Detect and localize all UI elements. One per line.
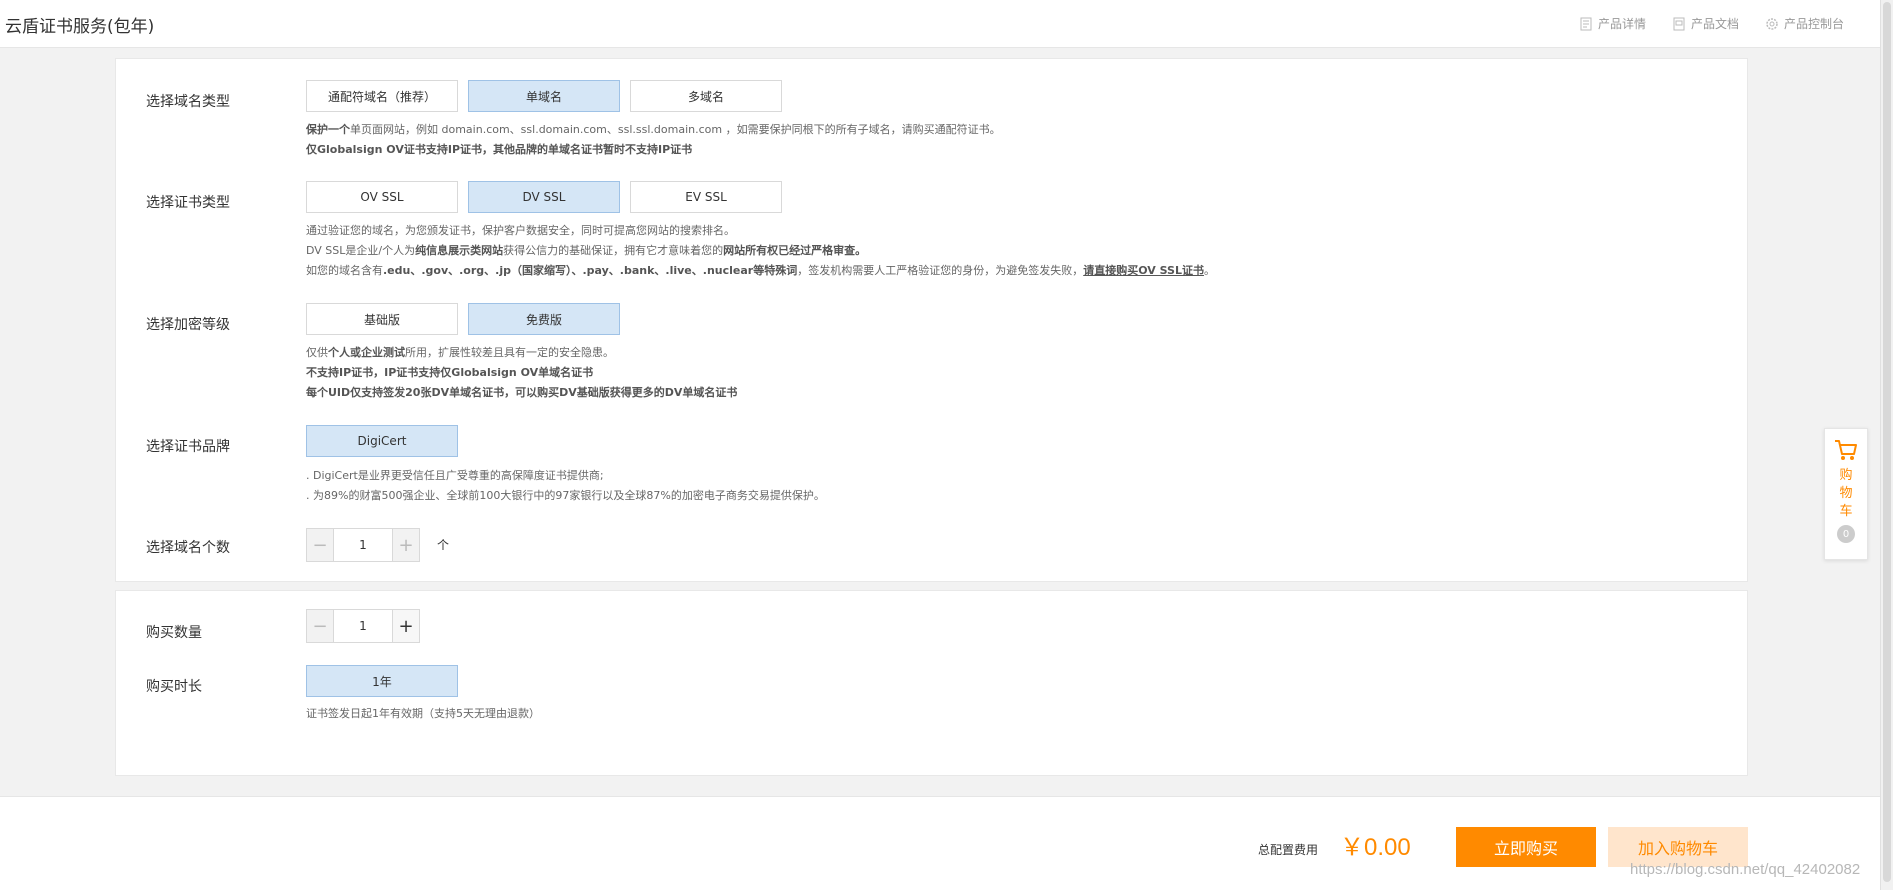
option-1-year[interactable]: 1年	[306, 665, 458, 697]
option-digicert[interactable]: DigiCert	[306, 425, 458, 457]
product-detail-link[interactable]: 产品详情	[1579, 15, 1646, 32]
quantity-stepper: − 1 +	[306, 609, 420, 643]
document-icon	[1580, 17, 1592, 30]
option-ov-ssl[interactable]: OV SSL	[306, 181, 458, 213]
duration-label: 购买时长	[146, 679, 202, 695]
brand-note-2: . 为89%的财富500强企业、全球前100大银行中的97家银行以及全球87%的…	[306, 489, 825, 502]
buy-ov-ssl-link[interactable]: 请直接购买OV SSL证书	[1083, 264, 1204, 277]
option-multi-domain[interactable]: 多域名	[630, 80, 782, 112]
page-title: 云盾证书服务(包年)	[5, 17, 155, 37]
encryption-note-3: 每个UID仅支持签发20张DV单域名证书，可以购买DV基础版获得更多的DV单域名…	[306, 386, 738, 399]
cert-type-note-1: 通过验证您的域名，为您颁发证书，保护客户数据安全，同时可提高您网站的搜索排名。	[306, 224, 735, 237]
header-links: 产品详情 产品文档 产品控制台	[1579, 15, 1844, 32]
brand-note-1: . DigiCert是业界更受信任且广受尊重的高保障度证书提供商;	[306, 469, 604, 482]
cart-icon	[1835, 440, 1857, 460]
domain-count-stepper: − 1 +	[306, 528, 420, 562]
cert-type-options: OV SSL DV SSL EV SSL	[306, 181, 782, 213]
quantity-plus-button[interactable]: +	[393, 610, 419, 642]
option-single-domain[interactable]: 单域名	[468, 80, 620, 112]
option-ev-ssl[interactable]: EV SSL	[630, 181, 782, 213]
encryption-label: 选择加密等级	[146, 317, 230, 333]
total-fee-label: 总配置费用	[1258, 843, 1319, 857]
product-docs-label: 产品文档	[1690, 17, 1739, 31]
duration-options: 1年	[306, 665, 458, 697]
cert-type-note-3: 如您的域名含有.edu、.gov、.org、.jp（国家缩写）、.pay、.ba…	[306, 264, 1215, 277]
product-console-link[interactable]: 产品控制台	[1765, 15, 1844, 32]
quantity-label: 购买数量	[146, 625, 202, 641]
file-icon	[1673, 17, 1685, 30]
buy-now-button[interactable]: 立即购买	[1456, 827, 1596, 867]
total-price: ￥0.00	[1340, 834, 1411, 861]
brand-label: 选择证书品牌	[146, 439, 230, 455]
product-console-label: 产品控制台	[1783, 17, 1844, 31]
option-dv-ssl[interactable]: DV SSL	[468, 181, 620, 213]
product-docs-link[interactable]: 产品文档	[1672, 15, 1739, 32]
cert-config-card: 选择域名类型 通配符域名（推荐） 单域名 多域名 保护一个单页面网站，例如 do…	[115, 58, 1748, 582]
option-basic-edition[interactable]: 基础版	[306, 303, 458, 335]
domain-count-minus-button[interactable]: −	[307, 529, 333, 561]
cart-count-badge: 0	[1837, 525, 1855, 543]
option-wildcard-domain[interactable]: 通配符域名（推荐）	[306, 80, 458, 112]
domain-count-value[interactable]: 1	[333, 529, 393, 561]
watermark-text: https://blog.csdn.net/qq_42402082	[1630, 861, 1861, 878]
domain-count-plus-button[interactable]: +	[393, 529, 419, 561]
brand-options: DigiCert	[306, 425, 458, 457]
encryption-options: 基础版 免费版	[306, 303, 620, 335]
encryption-note-1: 仅供个人或企业测试所用，扩展性较差且具有一定的安全隐患。	[306, 346, 614, 359]
order-footer: 总配置费用 ￥0.00 立即购买 加入购物车 https://blog.csdn…	[0, 796, 1880, 890]
top-header: 云盾证书服务(包年) 产品详情 产品文档 产品控制台	[0, 0, 1880, 48]
floating-cart-label: 购物车	[1839, 468, 1853, 519]
quantity-value[interactable]: 1	[333, 610, 393, 642]
encryption-note-2: 不支持IP证书，IP证书支持仅Globalsign OV单域名证书	[306, 366, 594, 379]
gear-icon	[1766, 17, 1778, 30]
domain-type-note-2: 仅Globalsign OV证书支持IP证书，其他品牌的单域名证书暂时不支持IP…	[306, 143, 693, 156]
option-free-edition[interactable]: 免费版	[468, 303, 620, 335]
scrollbar-thumb[interactable]	[1883, 2, 1891, 882]
domain-type-note-1: 保护一个单页面网站，例如 domain.com、ssl.domain.com、s…	[306, 123, 1001, 136]
duration-note: 证书签发日起1年有效期（支持5天无理由退款）	[306, 707, 540, 720]
domain-count-unit: 个	[437, 538, 450, 552]
quantity-minus-button[interactable]: −	[307, 610, 333, 642]
domain-type-options: 通配符域名（推荐） 单域名 多域名	[306, 80, 782, 112]
cert-type-note-2: DV SSL是企业/个人为纯信息展示类网站获得公信力的基础保证，拥有它才意味着您…	[306, 244, 867, 257]
floating-cart[interactable]: 购物车 0	[1824, 428, 1868, 560]
domain-type-label: 选择域名类型	[146, 94, 230, 110]
product-detail-label: 产品详情	[1597, 17, 1646, 31]
page-scrollbar[interactable]	[1880, 0, 1893, 890]
purchase-config-card: 购买数量 − 1 + 购买时长 1年 证书签发日起1年有效期（支持5天无理由退款…	[115, 590, 1748, 776]
cert-type-label: 选择证书类型	[146, 195, 230, 211]
domain-count-label: 选择域名个数	[146, 540, 230, 556]
